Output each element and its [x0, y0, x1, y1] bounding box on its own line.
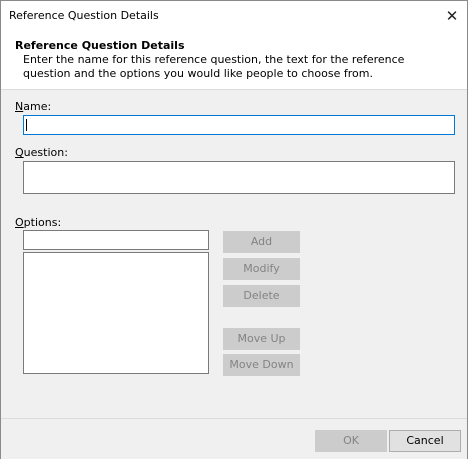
text-caret	[26, 119, 27, 131]
close-icon[interactable]: ✕	[441, 5, 463, 27]
options-list[interactable]	[23, 252, 209, 374]
header-title: Reference Question Details	[15, 39, 185, 52]
dialog-window: Reference Question Details ✕ Reference Q…	[0, 0, 468, 459]
form-panel: Name: Question: Options: Add Modify Dele…	[1, 90, 467, 418]
header-description: Enter the name for this reference questi…	[23, 53, 405, 80]
question-input[interactable]	[23, 161, 455, 194]
footer-bar: OK Cancel	[1, 418, 467, 459]
move-up-button[interactable]: Move Up	[223, 328, 300, 350]
delete-button[interactable]: Delete	[223, 285, 300, 307]
options-label: Options:	[15, 216, 61, 229]
window-title: Reference Question Details	[9, 9, 159, 22]
move-down-button[interactable]: Move Down	[223, 354, 300, 376]
add-button[interactable]: Add	[223, 231, 300, 253]
name-label-mnemonic: N	[15, 100, 24, 113]
header-panel: Reference Question Details Enter the nam…	[1, 31, 467, 90]
name-label-rest: ame:	[23, 100, 52, 113]
title-bar: Reference Question Details ✕	[1, 1, 467, 31]
ok-button[interactable]: OK	[315, 430, 387, 452]
cancel-button[interactable]: Cancel	[389, 430, 461, 452]
question-label-rest: uestion:	[23, 146, 68, 159]
option-input[interactable]	[23, 230, 209, 250]
name-label: Name:	[15, 100, 51, 113]
modify-button[interactable]: Modify	[223, 258, 300, 280]
question-label-mnemonic: Q	[15, 146, 24, 159]
question-label: Question:	[15, 146, 68, 159]
name-input[interactable]	[23, 115, 455, 135]
options-label-rest: ptions:	[23, 216, 62, 229]
options-label-mnemonic: O	[15, 216, 24, 229]
